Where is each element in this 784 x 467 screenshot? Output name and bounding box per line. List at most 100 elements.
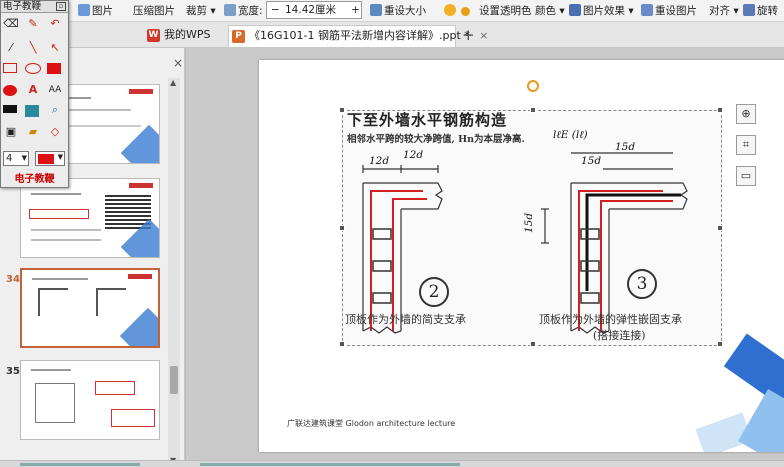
tab-close-icon[interactable]: × [479,26,488,46]
thumb-text-line [31,369,71,371]
pen-color-select[interactable]: ▼ [35,151,65,166]
rectangle-icon[interactable] [3,63,17,73]
brush-icon[interactable]: ⁄ [3,41,19,55]
resize-handle[interactable] [339,225,345,231]
compress-picture-button[interactable]: 压缩图片 [133,3,175,19]
document-tab-bar: W 我的WPS P 《16G101-1 钢筋平法新增内容详解》.ppt * × … [0,22,784,48]
status-segment [20,463,140,466]
close-panel-icon[interactable]: × [173,56,183,70]
tab-current-document[interactable]: P 《16G101-1 钢筋平法新增内容详解》.ppt * × [228,25,488,47]
chevron-down-icon: ▾ [556,5,565,17]
thumb-red-box [29,209,89,219]
picture-effect-icon [569,4,581,16]
line-icon[interactable]: ╲ [25,41,41,55]
set-transparent-button[interactable]: 设置透明色 [479,3,532,19]
undo-icon[interactable]: ↶ [47,17,63,31]
tab-my-wps[interactable]: W 我的WPS [144,25,211,47]
caption-right: 顶板作为外墙的弹性嵌固支承 [539,313,682,326]
slide-editing-canvas[interactable]: 下至外墙水平钢筋构造 相邻水平跨的较大净跨值, Hn为本层净高. 12d 12d… [186,48,784,460]
text-icon[interactable]: A [25,83,41,97]
rotate-button[interactable]: 旋转 [743,3,778,19]
new-tab-button[interactable]: + [462,26,475,44]
slide-number: 35 [6,366,20,377]
thumb-text-line [31,239,101,241]
dimension-15d-b: 15d [615,141,636,153]
sun-small-icon-button[interactable] [461,3,472,19]
scrollbar-thumb[interactable] [170,366,178,394]
reset-picture-button[interactable]: 重设图片 [641,3,697,19]
picture-icon [78,4,90,16]
wps-logo-icon: W [147,29,160,42]
palette-footer-label: 电子教鞭 [14,174,55,185]
zoom-in-icon[interactable]: ⊕ [736,104,756,124]
sun-small-icon [461,7,470,16]
thumb-diagram [38,288,68,316]
resize-handle[interactable] [717,107,723,113]
thumb-text-line [31,229,101,231]
resize-handle[interactable] [339,107,345,113]
reset-size-icon [370,4,382,16]
status-segment [200,463,460,466]
font-size-icon[interactable]: AA [47,83,63,97]
save-icon[interactable]: ▣ [3,125,19,139]
resize-handle[interactable] [717,225,723,231]
open-folder-icon[interactable]: ▰ [25,125,41,139]
screen-icon[interactable] [25,105,39,117]
crop-icon[interactable]: ⌗ [736,135,756,155]
rotate-handle-icon[interactable] [527,80,539,92]
scroll-up-icon[interactable]: ▲ [170,78,176,87]
ribbon-toolbar: 图片 压缩图片 裁剪 ▾ 宽度: − 14.42厘米 + 重设大小 设置透明色 … [0,0,784,22]
picture-side-tools: ⊕ ⌗ ▭ [736,104,758,197]
width-input[interactable]: − 14.42厘米 + [266,1,362,19]
palette-title: 电子教鞭 ▫ [1,1,68,13]
align-button[interactable]: 对齐 ▾ [709,3,739,19]
diamond-icon[interactable]: ◇ [47,125,63,139]
resize-handle[interactable] [530,341,536,347]
slide-thumbnail-selected[interactable] [20,268,160,348]
magnifier-icon[interactable]: ⌕ [47,103,63,117]
arrow-icon[interactable]: ↖ [47,41,63,55]
ppt-file-icon: P [232,30,245,43]
width-value: 14.42厘米 [285,4,337,16]
thumb-red-box [95,381,135,395]
pin-icon[interactable]: ▫ [56,2,66,11]
dimension-lle: lℓE (lℓ) [553,129,588,141]
resize-handle[interactable] [530,107,536,113]
black-bar-icon[interactable] [3,105,17,113]
thumb-diagram [35,383,75,423]
dimension-12d-right: 12d [403,149,424,161]
selected-picture[interactable]: 下至外墙水平钢筋构造 相邻水平跨的较大净跨值, Hn为本层净高. 12d 12d… [339,107,723,347]
width-decrease-button[interactable]: − [271,2,280,18]
status-bar [0,460,784,467]
pen-width-select[interactable]: 4 ▼ [3,151,29,166]
slide-thumbnail[interactable] [20,360,160,440]
filled-rectangle-icon[interactable] [47,63,61,74]
chevron-down-icon: ▾ [207,5,216,17]
caption-right-sub: (搭接连接) [593,329,646,342]
frame-icon[interactable]: ▭ [736,166,756,186]
picture-button[interactable]: 图片 [78,3,113,19]
current-slide[interactable]: 下至外墙水平钢筋构造 相邻水平跨的较大净跨值, Hn为本层净高. 12d 12d… [259,60,784,452]
resize-handle[interactable] [717,341,723,347]
picture-effect-button[interactable]: 图片效果 ▾ [569,3,634,19]
slide-footer: 广联达建筑课堂 Glodon architecture lecture [287,419,456,428]
ellipse-icon[interactable] [25,63,41,74]
chevron-down-icon: ▾ [730,5,739,17]
color-swatch [38,154,54,164]
crop-button[interactable]: 裁剪 ▾ [186,3,216,19]
sun-icon-button[interactable] [444,3,458,19]
reset-size-button[interactable]: 重设大小 [370,3,426,19]
pointer-tool-palette: 电子教鞭 ▫ ⌫ ✎ ↶ ⁄ ╲ ↖ A AA ⌕ ▣ ▰ ◇ 4 ▼ ▼ 电子教… [0,0,69,188]
width-icon [224,4,236,16]
pen-icon[interactable]: ✎ [25,17,41,31]
slide-thumbnail[interactable] [20,178,160,258]
color-button[interactable]: 颜色 ▾ [535,3,565,19]
resize-handle[interactable] [339,341,345,347]
chevron-down-icon: ▼ [57,153,63,161]
eraser-icon[interactable]: ⌫ [3,17,19,31]
thumbnail-scrollbar[interactable]: ▲ ▼ [168,78,180,466]
thumb-logo [129,89,153,94]
width-increase-button[interactable]: + [351,2,360,18]
thumb-text-line [32,278,88,280]
filled-ellipse-icon[interactable] [3,85,17,96]
